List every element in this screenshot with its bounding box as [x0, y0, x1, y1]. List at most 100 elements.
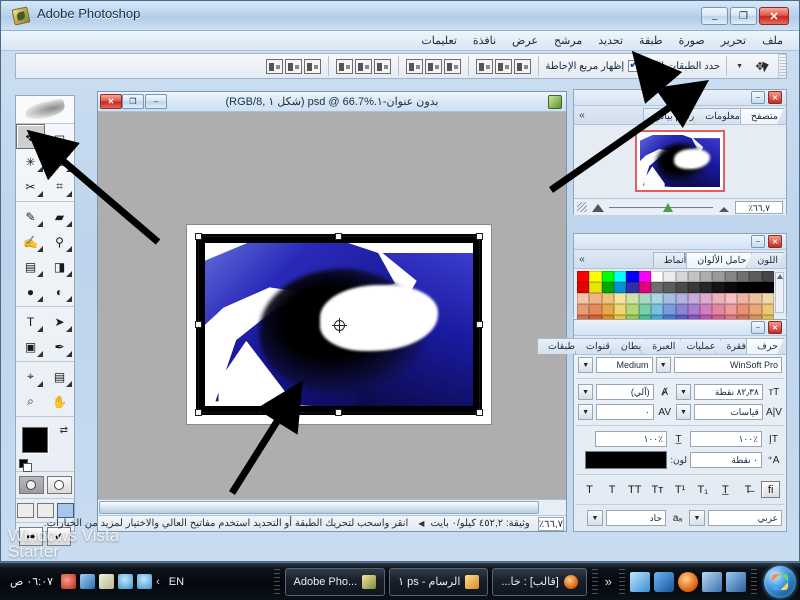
- color-swatch[interactable]: [700, 304, 713, 315]
- swatches-expand-button[interactable]: »: [574, 254, 590, 265]
- align-vertical-centers-button[interactable]: [495, 58, 513, 74]
- color-swatch[interactable]: [761, 293, 774, 304]
- network-icon[interactable]: [630, 571, 650, 592]
- ligature-button[interactable]: fi: [761, 481, 781, 498]
- pen-tool-button[interactable]: ✒: [45, 334, 74, 359]
- color-swatch[interactable]: [663, 293, 676, 304]
- tab-info[interactable]: معلومات: [694, 108, 746, 124]
- color-swatch[interactable]: [577, 282, 590, 293]
- font-size-dropdown-arrow[interactable]: ▼: [675, 384, 692, 400]
- language-indicator[interactable]: EN: [164, 576, 189, 588]
- color-swatch[interactable]: [626, 271, 639, 282]
- document-close-button[interactable]: ✕: [100, 94, 122, 109]
- standard-screen-mode-button[interactable]: [16, 503, 34, 518]
- color-swatch[interactable]: [626, 282, 639, 293]
- antialias-dropdown-arrow[interactable]: ▼: [587, 510, 603, 526]
- leading-field[interactable]: (آلي): [596, 384, 654, 400]
- navigator-view-box[interactable]: [635, 130, 725, 192]
- color-swatch[interactable]: [663, 282, 676, 293]
- document-horizontal-scrollbar[interactable]: [98, 499, 566, 515]
- tab-character[interactable]: حرف: [746, 338, 784, 354]
- menu-item-filter[interactable]: مرشح: [546, 32, 590, 49]
- subscript-button[interactable]: T₁: [693, 481, 712, 498]
- transform-handle-top-left[interactable]: [195, 233, 202, 240]
- marquee-tool-button[interactable]: ▭: [45, 124, 74, 149]
- navigator-zoom-slider[interactable]: [609, 202, 713, 213]
- color-swatch[interactable]: [761, 282, 774, 293]
- language-dropdown-arrow[interactable]: ▼: [689, 510, 705, 526]
- palette-resize-grip[interactable]: [577, 202, 587, 212]
- volume-muted-icon[interactable]: [61, 574, 77, 589]
- color-swatch[interactable]: [687, 271, 701, 282]
- eraser-tool-button[interactable]: ◨: [45, 254, 74, 279]
- color-swatch[interactable]: [737, 282, 750, 293]
- options-bar-gripper[interactable]: [778, 54, 786, 78]
- color-swatch[interactable]: [749, 304, 762, 315]
- navigator-minimize-button[interactable]: –: [751, 91, 765, 104]
- transform-reference-point[interactable]: [332, 317, 347, 333]
- color-swatch[interactable]: [749, 293, 762, 304]
- transform-handle-bottom-right[interactable]: [476, 409, 483, 416]
- navigator-zoom-field[interactable]: ٦٦,٧٪: [735, 200, 783, 214]
- distribute-vertical-centers-button[interactable]: [355, 58, 373, 74]
- align-bottom-edges-button[interactable]: [476, 58, 494, 74]
- scrollbar-thumb[interactable]: [99, 501, 539, 514]
- taskbar-overflow-icon[interactable]: «: [601, 574, 616, 589]
- move-tool-icon[interactable]: ✥: [749, 55, 775, 77]
- swatches-close-button[interactable]: ✕: [768, 235, 782, 248]
- firefox-quicklaunch-icon[interactable]: [678, 571, 698, 592]
- font-family-field[interactable]: WinSoft Pro: [674, 357, 782, 373]
- tab-histogram[interactable]: رسم بياني: [643, 108, 700, 124]
- window-maximize-button[interactable]: ❐: [730, 7, 757, 25]
- antialias-field[interactable]: حاد: [606, 510, 666, 526]
- character-minimize-button[interactable]: –: [751, 321, 765, 334]
- zoom-slider-knob[interactable]: [663, 202, 674, 212]
- canvas-area[interactable]: [98, 112, 566, 499]
- navigator-preview-area[interactable]: [574, 125, 786, 198]
- swatches-minimize-button[interactable]: –: [751, 235, 765, 248]
- color-swatch[interactable]: [675, 282, 688, 293]
- tab-actions[interactable]: عمليات: [675, 338, 721, 354]
- zoom-tool-button[interactable]: ⌕: [16, 389, 45, 414]
- baseline-shift-field[interactable]: ٠ نقطة: [690, 452, 762, 468]
- all-caps-button[interactable]: TT: [625, 481, 644, 498]
- full-screen-with-menubar-button[interactable]: [36, 503, 54, 518]
- font-family-dropdown-arrow[interactable]: ▼: [655, 357, 671, 373]
- color-swatch[interactable]: [737, 304, 750, 315]
- path-selection-tool-button[interactable]: ➤: [45, 309, 74, 334]
- taskbar-button-photoshop[interactable]: ...Adobe Pho: [284, 567, 386, 596]
- transform-handle-bottom-left[interactable]: [195, 409, 202, 416]
- user-account-icon-2[interactable]: [118, 574, 134, 589]
- document-maximize-button[interactable]: ❐: [122, 94, 144, 109]
- tab-channels[interactable]: قنوات: [575, 338, 616, 354]
- color-swatch[interactable]: [724, 282, 738, 293]
- color-swatch[interactable]: [675, 304, 688, 315]
- align-left-edges-button[interactable]: [444, 58, 462, 74]
- color-swatch[interactable]: [650, 282, 664, 293]
- color-swatch[interactable]: [700, 282, 713, 293]
- text-color-swatch[interactable]: [585, 451, 668, 469]
- color-swatch[interactable]: [687, 282, 701, 293]
- vertical-scale-field[interactable]: ٪١٠٠: [690, 431, 762, 447]
- taskbar-button-paint[interactable]: الرسام - ps ١: [389, 567, 489, 596]
- faux-bold-button[interactable]: T: [580, 481, 599, 498]
- eyedropper-tool-button[interactable]: ⌖: [16, 364, 45, 389]
- color-swatch[interactable]: [577, 293, 590, 304]
- color-swatch[interactable]: [613, 282, 627, 293]
- color-swatch[interactable]: [761, 271, 774, 282]
- color-swatch[interactable]: [712, 293, 725, 304]
- window-minimize-button[interactable]: –: [701, 7, 728, 25]
- color-swatch[interactable]: [700, 271, 713, 282]
- color-swatch[interactable]: [577, 304, 590, 315]
- kerning-dropdown-arrow[interactable]: ▼: [577, 404, 594, 420]
- slice-tool-button[interactable]: ✂: [16, 174, 45, 199]
- zoom-out-icon[interactable]: [717, 202, 731, 213]
- menu-item-image[interactable]: صورة: [671, 32, 713, 49]
- color-swatch[interactable]: [675, 271, 688, 282]
- navigator-expand-button[interactable]: »: [574, 110, 590, 121]
- type-tool-button[interactable]: T: [16, 309, 45, 334]
- color-swatch[interactable]: [613, 293, 627, 304]
- color-swatch[interactable]: [601, 304, 614, 315]
- tab-navigator[interactable]: متصفح: [740, 108, 784, 124]
- color-swatch[interactable]: [650, 304, 664, 315]
